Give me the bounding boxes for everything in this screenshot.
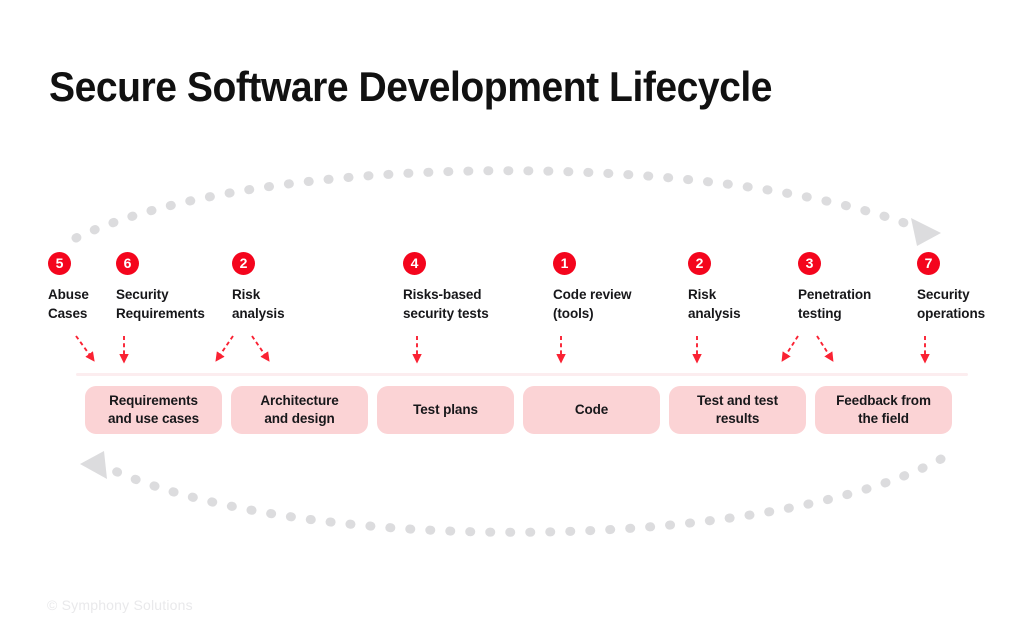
arrow-risk-analysis-left	[215, 335, 234, 362]
phase-security-requirements[interactable]: 6 Security Requirements	[116, 252, 226, 323]
phase-penetration-testing[interactable]: 3 Penetration testing	[798, 252, 898, 323]
arrow-abuse-cases	[75, 335, 95, 362]
bottom-loop-arrowhead	[80, 451, 107, 479]
phase-security-operations[interactable]: 7 Security operations	[917, 252, 1009, 323]
page-title: Secure Software Development Lifecycle	[49, 63, 773, 110]
diagram-canvas: Secure Software Development Lifecycle 5 …	[0, 0, 1024, 644]
artifact-label: Code	[574, 402, 609, 417]
phase-number-badge: 7	[917, 252, 940, 275]
phase-code-review[interactable]: 1 Code review (tools)	[553, 252, 653, 323]
artifact-label: Test plans	[413, 402, 478, 417]
phase-label: Code review (tools)	[553, 287, 632, 321]
phase-number-badge: 2	[232, 252, 255, 275]
phase-label: Risk analysis	[232, 287, 285, 321]
phase-number-badge: 5	[48, 252, 71, 275]
phase-number-badge: 3	[798, 252, 821, 275]
top-loop-arrowhead	[911, 218, 941, 246]
phase-risk-analysis-1[interactable]: 2 Risk analysis	[232, 252, 312, 323]
arrow-penetration-right	[816, 335, 834, 362]
artifact-code[interactable]: Code	[523, 386, 660, 434]
timeline-divider	[76, 373, 968, 376]
artifact-test-and-test-results[interactable]: Test and test results	[669, 386, 806, 434]
bottom-loop-arc	[93, 454, 946, 537]
phase-risk-analysis-2[interactable]: 2 Risk analysis	[688, 252, 768, 323]
artifact-architecture-and-design[interactable]: Architecture and design	[231, 386, 368, 434]
artifact-label: Requirements and use cases	[107, 393, 199, 426]
top-loop-arc	[71, 166, 923, 243]
artifact-test-plans[interactable]: Test plans	[377, 386, 514, 434]
phase-abuse-cases[interactable]: 5 Abuse Cases	[48, 252, 112, 323]
phase-label: Security Requirements	[116, 287, 205, 321]
phase-label: Penetration testing	[798, 287, 872, 321]
arrow-penetration-left	[781, 335, 799, 362]
phase-label: Abuse Cases	[48, 287, 89, 321]
phase-number-badge: 1	[553, 252, 576, 275]
phase-number-badge: 6	[116, 252, 139, 275]
phase-label: Risk analysis	[688, 287, 741, 321]
artifact-requirements-and-use-cases[interactable]: Requirements and use cases	[85, 386, 222, 434]
arrow-risk-analysis-right	[251, 335, 270, 362]
phase-label: Risks-based security tests	[403, 287, 489, 321]
artifact-feedback-from-the-field[interactable]: Feedback from the field	[815, 386, 952, 434]
artifact-label: Architecture and design	[260, 393, 339, 426]
phase-risks-based-security-tests[interactable]: 4 Risks-based security tests	[403, 252, 513, 323]
phase-number-badge: 4	[403, 252, 426, 275]
phase-label: Security operations	[917, 287, 986, 321]
artifact-label: Feedback from the field	[836, 393, 931, 426]
artifact-label: Test and test results	[697, 393, 778, 426]
copyright-footer: © Symphony Solutions	[47, 597, 193, 613]
phase-number-badge: 2	[688, 252, 711, 275]
